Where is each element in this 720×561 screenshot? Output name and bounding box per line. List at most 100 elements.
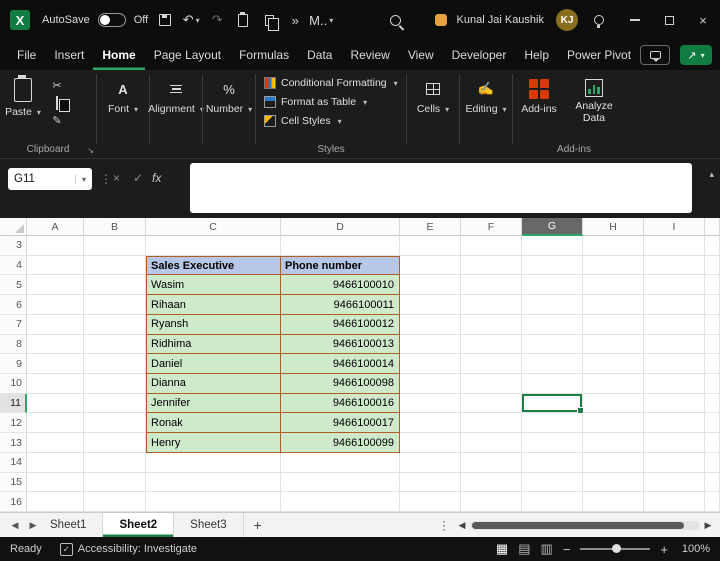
ideas-button[interactable]: [587, 8, 611, 32]
column-header-e[interactable]: E: [400, 218, 461, 236]
cell-F15[interactable]: [461, 473, 522, 493]
zoom-in-button[interactable]: +: [660, 542, 668, 557]
cell-H16[interactable]: [583, 492, 644, 512]
autosave-toggle[interactable]: [98, 13, 126, 27]
cell-I13[interactable]: [644, 433, 705, 453]
cell-B9[interactable]: [84, 354, 146, 374]
cell-D7[interactable]: 9466100012: [281, 315, 400, 335]
cell-E4[interactable]: [400, 256, 461, 276]
cell-G16[interactable]: [522, 492, 583, 512]
normal-view-button[interactable]: ▦: [496, 541, 508, 557]
cell-H9[interactable]: [583, 354, 644, 374]
cell-I16[interactable]: [644, 492, 705, 512]
minimize-button[interactable]: [618, 0, 652, 40]
copy-quick-button[interactable]: [257, 8, 281, 32]
cell-B13[interactable]: [84, 433, 146, 453]
cell-G7[interactable]: [522, 315, 583, 335]
cell-F10[interactable]: [461, 374, 522, 394]
editing-group-collapsed[interactable]: ✍ Editing▾: [460, 70, 512, 158]
cell-I10[interactable]: [644, 374, 705, 394]
cell-E15[interactable]: [400, 473, 461, 493]
cell-G14[interactable]: [522, 453, 583, 473]
formula-input[interactable]: [190, 163, 692, 213]
cell-H11[interactable]: [583, 394, 644, 414]
cell-F4[interactable]: [461, 256, 522, 276]
cell-E13[interactable]: [400, 433, 461, 453]
format-painter-button[interactable]: ✎: [52, 114, 61, 127]
cell-C11[interactable]: Jennifer: [146, 394, 281, 414]
column-header-b[interactable]: B: [84, 218, 146, 236]
row-header-7[interactable]: 7: [0, 315, 27, 335]
cell-A13[interactable]: [27, 433, 84, 453]
cell-I12[interactable]: [644, 413, 705, 433]
cell-E3[interactable]: [400, 236, 461, 256]
cell-A7[interactable]: [27, 315, 84, 335]
cell-C16[interactable]: [146, 492, 281, 512]
quick-access-overflow-button[interactable]: »: [283, 8, 307, 32]
cell-B5[interactable]: [84, 275, 146, 295]
cell-F16[interactable]: [461, 492, 522, 512]
ribbon-tab-review[interactable]: Review: [341, 40, 398, 70]
formula-bar-handle[interactable]: ⋮: [100, 172, 112, 186]
cell-A9[interactable]: [27, 354, 84, 374]
cell-B6[interactable]: [84, 295, 146, 315]
row-header-6[interactable]: 6: [0, 295, 27, 315]
cell-G10[interactable]: [522, 374, 583, 394]
cell-B11[interactable]: [84, 394, 146, 414]
font-group-collapsed[interactable]: A Font▾: [97, 70, 149, 158]
column-header-d[interactable]: D: [281, 218, 400, 236]
cell-B4[interactable]: [84, 256, 146, 276]
row-header-5[interactable]: 5: [0, 275, 27, 295]
cell-C14[interactable]: [146, 453, 281, 473]
cell-C4[interactable]: Sales Executive: [146, 256, 281, 276]
cell-G6[interactable]: [522, 295, 583, 315]
comments-button[interactable]: [640, 45, 670, 65]
cell-B7[interactable]: [84, 315, 146, 335]
sheet-tab-sheet3[interactable]: Sheet3: [174, 513, 243, 537]
cell-B12[interactable]: [84, 413, 146, 433]
sheet-tab-sheet2[interactable]: Sheet2: [103, 513, 174, 537]
row-header-4[interactable]: 4: [0, 256, 27, 276]
undo-button[interactable]: ↶▾: [179, 8, 203, 32]
alignment-group-collapsed[interactable]: Alignment▾: [150, 70, 202, 158]
cell-H10[interactable]: [583, 374, 644, 394]
ribbon-tab-insert[interactable]: Insert: [45, 40, 93, 70]
cell-F3[interactable]: [461, 236, 522, 256]
row-header-12[interactable]: 12: [0, 413, 27, 433]
collapse-formula-bar-icon[interactable]: ▴: [709, 169, 714, 180]
cell-I4[interactable]: [644, 256, 705, 276]
cell-I11[interactable]: [644, 394, 705, 414]
cell-H15[interactable]: [583, 473, 644, 493]
cell-D14[interactable]: [281, 453, 400, 473]
cell-C9[interactable]: Daniel: [146, 354, 281, 374]
ribbon-tab-file[interactable]: File: [8, 40, 45, 70]
name-box-dropdown-icon[interactable]: ▾: [75, 175, 86, 184]
row-header-14[interactable]: 14: [0, 453, 27, 473]
cell-G9[interactable]: [522, 354, 583, 374]
cell-D15[interactable]: [281, 473, 400, 493]
cell-H13[interactable]: [583, 433, 644, 453]
cell-C8[interactable]: Ridhima: [146, 335, 281, 355]
sheet-options-icon[interactable]: ⋮: [434, 513, 454, 537]
search-button[interactable]: [384, 8, 408, 32]
sheet-nav-right-icon[interactable]: ▶: [22, 513, 44, 538]
cell-A8[interactable]: [27, 335, 84, 355]
cell-D6[interactable]: 9466100011: [281, 295, 400, 315]
cell-A14[interactable]: [27, 453, 84, 473]
zoom-slider-thumb[interactable]: [612, 544, 621, 553]
column-header-c[interactable]: C: [146, 218, 281, 236]
cell-I15[interactable]: [644, 473, 705, 493]
avatar[interactable]: KJ: [556, 9, 578, 31]
cell-F7[interactable]: [461, 315, 522, 335]
analyze-data-button[interactable]: Analyze Data: [565, 70, 623, 124]
format-as-table-button[interactable]: Format as Table▾: [264, 96, 367, 108]
scrollbar-thumb[interactable]: [472, 522, 684, 529]
column-header-i[interactable]: I: [644, 218, 705, 236]
cell-I7[interactable]: [644, 315, 705, 335]
conditional-formatting-button[interactable]: Conditional Formatting▾: [264, 77, 398, 89]
select-all-corner[interactable]: [0, 218, 27, 236]
cell-D12[interactable]: 9466100017: [281, 413, 400, 433]
cell-D3[interactable]: [281, 236, 400, 256]
cell-E12[interactable]: [400, 413, 461, 433]
sheet-tab-sheet1[interactable]: Sheet1: [34, 513, 103, 537]
